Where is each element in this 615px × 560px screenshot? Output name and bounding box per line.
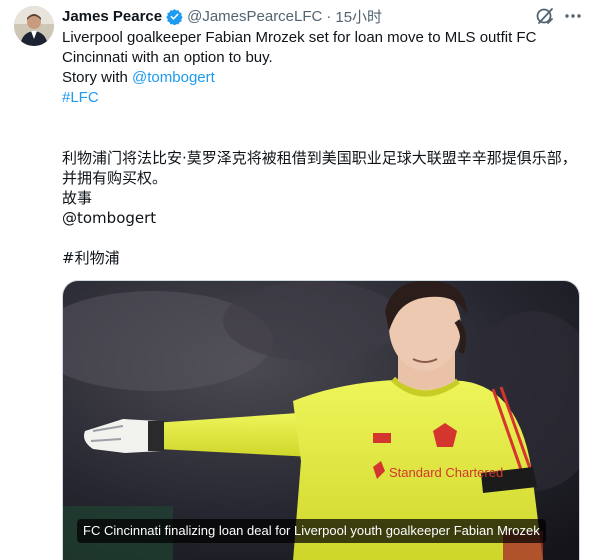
tweet-text: Liverpool goalkeeper Fabian Mrozek set f…	[62, 28, 587, 108]
translation-mention: @tombogert	[62, 209, 157, 227]
translation-spacer	[62, 228, 587, 248]
media-caption: FC Cincinnati finalizing loan deal for L…	[77, 519, 546, 543]
tweet-text-line: Story with @tombogert	[62, 68, 587, 88]
translation-line: 利物浦门将法比安·莫罗泽克将被租借到美国职业足球大联盟辛辛那提俱乐部，	[62, 149, 577, 167]
translation-line: 并拥有购买权。	[62, 169, 168, 187]
tweet-text-line: Cincinnati with an option to buy.	[62, 49, 273, 66]
tweet-text-line: Liverpool goalkeeper Fabian Mrozek set f…	[62, 29, 537, 46]
translation-hashtag[interactable]: #利物浦	[62, 248, 587, 268]
tweet-header: James Pearce @JamesPearceLFC · 15小时	[62, 6, 382, 26]
story-prefix: Story with	[62, 69, 133, 86]
grok-icon[interactable]	[534, 5, 556, 27]
translation-line: 故事	[62, 189, 93, 207]
author-name[interactable]: James Pearce	[62, 8, 162, 25]
kit-sponsor-text: Standard Chartered	[389, 465, 503, 480]
verified-badge-icon	[166, 8, 183, 25]
mention-link[interactable]: @tombogert	[132, 69, 215, 86]
tweet-card[interactable]: James Pearce @JamesPearceLFC · 15小时 Live…	[0, 0, 615, 560]
translated-text: 利物浦门将法比安·莫罗泽克将被租借到美国职业足球大联盟辛辛那提俱乐部， 并拥有购…	[62, 148, 587, 268]
tweet-media-image[interactable]: Standard Chartered FC Cincinnati finaliz…	[62, 280, 580, 560]
more-options-icon[interactable]	[562, 5, 584, 27]
author-handle[interactable]: @JamesPearceLFC	[187, 8, 322, 25]
author-avatar[interactable]	[14, 6, 54, 46]
tweet-timestamp[interactable]: 15小时	[335, 6, 382, 27]
separator-dot: ·	[326, 7, 332, 25]
hashtag-link[interactable]: #LFC	[62, 88, 587, 108]
